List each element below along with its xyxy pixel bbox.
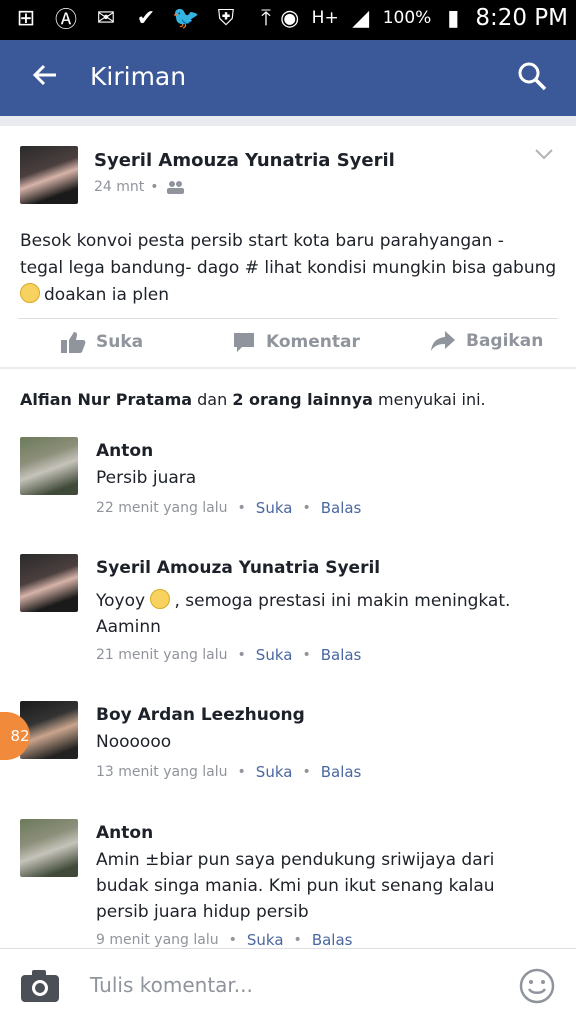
avatar[interactable] <box>20 554 78 612</box>
comment-time: 22 menit yang lalu <box>96 500 228 516</box>
share-icon <box>431 331 455 351</box>
notification-icons: ⊞ Ⓐ ✉ ✔ 🐦 ⛨ ⤒ <box>12 4 280 34</box>
network-type: H+ <box>311 8 339 28</box>
comment-button[interactable]: Komentar <box>232 330 360 354</box>
comment-author[interactable]: Anton <box>96 823 153 843</box>
post-text-line: Besok konvoi pesta persib start kota bar… <box>20 231 504 251</box>
comment-time: 21 menit yang lalu <box>96 647 228 663</box>
separator <box>0 116 576 126</box>
post-author[interactable]: Syeril Amouza Yunatria Syeril <box>94 150 395 171</box>
comment-meta: 22 menit yang lalu • Suka • Balas <box>96 499 362 517</box>
comment-author[interactable]: Boy Ardan Leezhuong <box>96 705 305 725</box>
comment-reply-link[interactable]: Balas <box>321 763 362 781</box>
comment-reply-link[interactable]: Balas <box>321 646 362 664</box>
divider <box>18 318 558 319</box>
post-time[interactable]: 24 mnt <box>94 179 144 195</box>
bbm-icon: ✉ <box>96 5 116 31</box>
likes-others[interactable]: 2 orang lainnya <box>232 390 373 409</box>
check-icon: ✔ <box>136 5 156 31</box>
chevron-down-icon[interactable] <box>534 146 554 162</box>
comment-reply-link[interactable]: Balas <box>321 499 362 517</box>
clock: 8:20 PM <box>475 5 568 31</box>
post-text-line: doakan ia plen <box>44 285 170 305</box>
eye-icon: ◉ <box>280 5 300 31</box>
back-arrow-icon[interactable] <box>30 60 62 96</box>
comment-author[interactable]: Syeril Amouza Yunatria Syeril <box>96 558 380 578</box>
comment-time: 13 menit yang lalu <box>96 764 228 780</box>
comment-text: Yoyoy , semoga prestasi ini makin mening… <box>96 589 511 637</box>
comment-like-link[interactable]: Suka <box>256 646 293 664</box>
liker-name[interactable]: Alfian Nur Pratama <box>20 390 192 409</box>
avatar[interactable] <box>20 146 78 204</box>
twitter-icon: 🐦 <box>172 5 200 31</box>
emoji-icon <box>150 589 171 609</box>
status-bar: ⊞ Ⓐ ✉ ✔ 🐦 ⛨ ⤒ ◉ H+ ◢ 100% ▮ 8:20 PM <box>0 0 576 40</box>
comment-text: Noooooo <box>96 732 172 752</box>
comment-meta: 13 menit yang lalu • Suka • Balas <box>96 763 362 781</box>
post-meta: 24 mnt • <box>94 179 185 195</box>
likes-summary[interactable]: Alfian Nur Pratama dan 2 orang lainnya m… <box>20 390 486 409</box>
comment-meta: 21 menit yang lalu • Suka • Balas <box>96 646 362 664</box>
like-label: Suka <box>96 332 144 352</box>
signal-icon: ◢ <box>352 5 370 31</box>
avatar[interactable] <box>20 819 78 877</box>
comment-time: 9 menit yang lalu <box>96 932 219 948</box>
comment-label: Komentar <box>266 332 360 352</box>
comment-author[interactable]: Anton <box>96 441 153 461</box>
comment-like-link[interactable]: Suka <box>256 499 293 517</box>
thumbs-up-icon <box>61 332 86 353</box>
share-button[interactable]: Bagikan <box>430 330 543 352</box>
share-label: Bagikan <box>466 331 544 351</box>
comment-like-link[interactable]: Suka <box>256 763 293 781</box>
app-icon: Ⓐ <box>54 8 77 33</box>
comment-composer: Tulis komentar... <box>0 948 576 1024</box>
plus-icon: ⊞ <box>16 5 36 31</box>
post-actions: Suka Komentar Bagikan <box>0 322 576 366</box>
emoji-icon <box>20 283 40 303</box>
status-right: ◉ H+ ◢ 100% ▮ 8:20 PM <box>276 4 568 32</box>
comment-meta: 9 menit yang lalu • Suka • Balas <box>96 931 353 949</box>
post-text: Besok konvoi pesta persib start kota bar… <box>20 228 560 309</box>
comment-input[interactable]: Tulis komentar... <box>90 973 253 997</box>
search-icon[interactable] <box>516 60 550 94</box>
app-bar: Kiriman <box>0 40 576 116</box>
separator <box>0 367 576 369</box>
comment-text: Amin ±biar pun saya pendukung sriwijaya … <box>96 850 495 922</box>
friends-privacy-icon <box>166 181 184 194</box>
comment-text: Persib juara <box>96 468 197 488</box>
battery-percent: 100% <box>382 8 432 28</box>
avatar[interactable] <box>20 437 78 495</box>
shield-icon: ⛨ <box>217 5 235 31</box>
battery-icon: ▮ <box>447 5 460 31</box>
camera-icon[interactable] <box>20 969 60 1003</box>
like-button[interactable]: Suka <box>60 330 143 354</box>
comment-like-link[interactable]: Suka <box>247 931 284 949</box>
page-title: Kiriman <box>90 62 187 91</box>
comment-icon <box>234 333 254 352</box>
post-text-line: tegal lega bandung- dago # lihat kondisi… <box>20 258 557 278</box>
comment-reply-link[interactable]: Balas <box>312 931 353 949</box>
smiley-icon[interactable] <box>518 967 556 1005</box>
